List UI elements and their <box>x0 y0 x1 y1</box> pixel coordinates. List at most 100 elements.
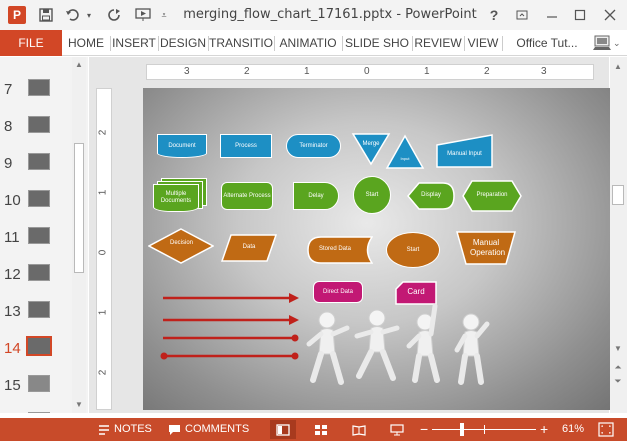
zoom-in-button[interactable]: + <box>540 418 548 441</box>
comments-button[interactable]: COMMENTS <box>185 418 249 441</box>
slide-thumbnail-11[interactable]: 11 <box>0 223 72 260</box>
slide-thumbnail-12[interactable]: 12 <box>0 260 72 297</box>
scrollbar-thumb[interactable] <box>612 185 624 205</box>
ribbon-display-options-icon[interactable] <box>510 3 534 27</box>
flowchart-delay-shape[interactable]: Delay <box>293 182 339 210</box>
status-bar: NOTES COMMENTS − + 61% <box>0 418 627 441</box>
slide-thumbnail-10[interactable]: 10 <box>0 186 72 223</box>
tab-design[interactable]: DESIGN <box>159 30 207 56</box>
maximize-button[interactable] <box>568 3 592 27</box>
tab-slide-show[interactable]: SLIDE SHO <box>343 30 411 56</box>
flowchart-connector-shape[interactable]: Start <box>353 176 391 214</box>
slide-thumbnail-15[interactable]: 15 <box>0 371 72 408</box>
account-name[interactable]: Office Tut... <box>506 30 588 56</box>
slide-sorter-view-button[interactable] <box>308 420 334 439</box>
zoom-out-button[interactable]: − <box>420 418 428 441</box>
flowchart-display-shape[interactable]: Display <box>407 182 455 210</box>
3d-figure-illustration[interactable] <box>351 306 403 384</box>
next-slide-icon[interactable]: ⏷ <box>612 375 624 387</box>
powerpoint-app-icon[interactable]: P <box>8 6 26 24</box>
flowchart-terminator-shape[interactable]: Terminator <box>286 134 341 158</box>
3d-figure-illustration[interactable] <box>399 302 451 384</box>
notes-icon <box>98 423 110 435</box>
account-avatar-icon[interactable] <box>592 33 612 53</box>
scroll-down-arrow-icon[interactable]: ▼ <box>612 343 624 355</box>
scroll-up-arrow-icon[interactable]: ▲ <box>73 59 85 71</box>
customize-toolbar-icon[interactable]: ⩡ <box>158 4 170 26</box>
shape-label: Display <box>421 192 441 198</box>
slide-thumbnail-13[interactable]: 13 <box>0 297 72 334</box>
slide-thumbnail-14[interactable]: 14 <box>0 334 72 371</box>
flowchart-process-shape[interactable]: Process <box>220 134 272 158</box>
flowchart-stored-data-shape[interactable]: Stored Data <box>307 236 373 264</box>
slide-number: 10 <box>4 192 21 209</box>
minimize-button[interactable] <box>540 3 564 27</box>
slide-preview <box>28 153 50 170</box>
3d-figure-illustration[interactable] <box>449 310 495 388</box>
shape-label: Data <box>242 244 256 250</box>
scrollbar-thumb[interactable] <box>74 143 84 273</box>
flowchart-manual-operation-shape[interactable]: Manual Operation <box>456 231 516 265</box>
tab-animations[interactable]: ANIMATIO <box>275 30 341 56</box>
shape-label: Card <box>407 287 425 296</box>
close-button[interactable] <box>598 3 622 27</box>
slide-thumbnail-7[interactable]: 7 <box>0 75 72 112</box>
slide-thumbnail-pane: 7 8 9 10 11 12 13 14 15 16 ▲ ▼ <box>0 57 88 413</box>
flowchart-multiple-documents-shape[interactable]: Multiple Documents <box>153 178 209 214</box>
flowchart-preparation-shape[interactable]: Preparation <box>462 180 522 212</box>
help-button[interactable]: ? <box>482 3 506 27</box>
slide-thumbnail-16[interactable]: 16 <box>0 408 72 413</box>
flowchart-manual-input-shape[interactable]: Manual Input <box>436 134 493 168</box>
zoom-level[interactable]: 61% <box>562 418 584 441</box>
tab-view[interactable]: VIEW <box>465 30 501 56</box>
arrow-head-icon <box>289 293 299 303</box>
notes-button[interactable]: NOTES <box>114 418 152 441</box>
slide-area-scrollbar[interactable]: ▲ ▼ ⏶ ⏷ <box>610 57 627 413</box>
shape-label: Alternate Process <box>223 192 271 199</box>
start-from-beginning-icon[interactable] <box>132 4 154 26</box>
ruler-label: 2 <box>97 129 109 136</box>
slide-show-view-button[interactable] <box>384 420 410 439</box>
flowchart-decision-shape[interactable]: Decision <box>148 228 214 264</box>
connector-lines[interactable] <box>159 290 309 380</box>
reading-view-button[interactable] <box>346 420 372 439</box>
document-title: merging_flow_chart_17161.pptx - PowerPoi… <box>183 7 477 22</box>
zoom-slider-center-tick <box>484 425 485 434</box>
connector-end-dot <box>291 352 299 360</box>
flowchart-document-shape[interactable]: Document <box>157 134 207 158</box>
ruler-label: 2 <box>484 66 490 77</box>
scroll-down-arrow-icon[interactable]: ▼ <box>73 399 85 411</box>
shape-label: Delay <box>308 192 324 199</box>
fit-slide-to-window-icon[interactable] <box>598 422 614 437</box>
flowchart-start-ellipse-shape[interactable]: Start <box>386 232 440 268</box>
zoom-slider[interactable] <box>432 423 536 436</box>
shape-label: Decision <box>170 240 194 246</box>
shape-label: Document <box>168 142 196 149</box>
tab-home[interactable]: HOME <box>64 30 108 56</box>
slide-thumbnail-9[interactable]: 9 <box>0 149 72 186</box>
slide-thumbnail-8[interactable]: 8 <box>0 112 72 149</box>
zoom-slider-thumb[interactable] <box>460 423 464 436</box>
ruler-label: 0 <box>97 249 109 256</box>
tab-insert[interactable]: INSERT <box>111 30 157 56</box>
tab-review[interactable]: REVIEW <box>413 30 463 56</box>
normal-view-button[interactable] <box>270 420 296 439</box>
slide-canvas[interactable]: Document Process Terminator Merge Input … <box>143 88 610 410</box>
flowchart-alternate-process-shape[interactable]: Alternate Process <box>221 182 273 210</box>
tab-file[interactable]: FILE <box>0 30 62 56</box>
flowchart-direct-data-shape[interactable]: Direct Data <box>313 281 363 303</box>
scroll-up-arrow-icon[interactable]: ▲ <box>612 61 624 73</box>
thumbnail-scrollbar[interactable]: ▲ ▼ <box>72 57 86 413</box>
3d-figure-illustration[interactable] <box>303 308 355 386</box>
undo-icon[interactable] <box>62 4 82 26</box>
collapse-ribbon-icon[interactable]: ⌄ <box>613 38 623 48</box>
slide-number: 9 <box>4 155 13 172</box>
save-icon[interactable] <box>36 4 56 26</box>
ruler-label: 3 <box>541 66 547 77</box>
undo-dropdown-icon[interactable]: ▾ <box>84 4 94 26</box>
tab-transitions[interactable]: TRANSITIO <box>209 30 273 56</box>
redo-icon[interactable] <box>104 4 124 26</box>
flowchart-data-shape[interactable]: Data <box>221 234 277 262</box>
flowchart-extract-shape[interactable]: Input <box>385 134 425 170</box>
previous-slide-icon[interactable]: ⏶ <box>612 361 624 373</box>
